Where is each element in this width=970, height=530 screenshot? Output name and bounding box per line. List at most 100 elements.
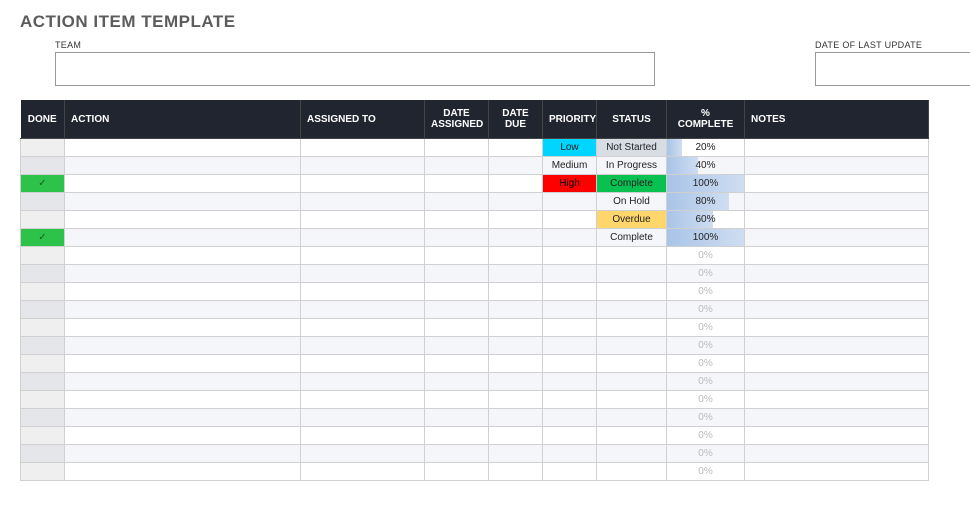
- done-cell[interactable]: [21, 355, 65, 373]
- priority-cell[interactable]: High: [543, 175, 597, 193]
- status-cell[interactable]: In Progress: [597, 157, 667, 175]
- assigned-to-cell[interactable]: [301, 211, 425, 229]
- date-due-cell[interactable]: [489, 193, 543, 211]
- done-cell[interactable]: [21, 139, 65, 157]
- pct-complete-cell[interactable]: 0%: [667, 265, 745, 283]
- assigned-to-cell[interactable]: [301, 139, 425, 157]
- priority-cell[interactable]: [543, 211, 597, 229]
- action-cell[interactable]: [65, 283, 301, 301]
- priority-cell[interactable]: [543, 247, 597, 265]
- date-assigned-cell[interactable]: [425, 247, 489, 265]
- assigned-to-cell[interactable]: [301, 409, 425, 427]
- notes-cell[interactable]: [745, 193, 929, 211]
- pct-complete-cell[interactable]: 0%: [667, 391, 745, 409]
- action-cell[interactable]: [65, 247, 301, 265]
- priority-cell[interactable]: [543, 427, 597, 445]
- pct-complete-cell[interactable]: 100%: [667, 229, 745, 247]
- assigned-to-cell[interactable]: [301, 193, 425, 211]
- done-cell[interactable]: [21, 319, 65, 337]
- date-due-cell[interactable]: [489, 247, 543, 265]
- status-cell[interactable]: [597, 301, 667, 319]
- date-of-last-update-input[interactable]: [815, 52, 970, 86]
- done-cell[interactable]: [21, 193, 65, 211]
- action-cell[interactable]: [65, 211, 301, 229]
- date-due-cell[interactable]: [489, 391, 543, 409]
- notes-cell[interactable]: [745, 247, 929, 265]
- date-due-cell[interactable]: [489, 427, 543, 445]
- action-cell[interactable]: [65, 265, 301, 283]
- status-cell[interactable]: Complete: [597, 229, 667, 247]
- date-assigned-cell[interactable]: [425, 193, 489, 211]
- notes-cell[interactable]: [745, 175, 929, 193]
- assigned-to-cell[interactable]: [301, 463, 425, 481]
- done-cell[interactable]: [21, 391, 65, 409]
- priority-cell[interactable]: [543, 391, 597, 409]
- pct-complete-cell[interactable]: 0%: [667, 409, 745, 427]
- date-due-cell[interactable]: [489, 319, 543, 337]
- assigned-to-cell[interactable]: [301, 427, 425, 445]
- status-cell[interactable]: [597, 445, 667, 463]
- assigned-to-cell[interactable]: [301, 355, 425, 373]
- date-assigned-cell[interactable]: [425, 391, 489, 409]
- date-due-cell[interactable]: [489, 409, 543, 427]
- date-due-cell[interactable]: [489, 265, 543, 283]
- date-due-cell[interactable]: [489, 463, 543, 481]
- action-cell[interactable]: [65, 463, 301, 481]
- date-assigned-cell[interactable]: [425, 445, 489, 463]
- notes-cell[interactable]: [745, 319, 929, 337]
- assigned-to-cell[interactable]: [301, 247, 425, 265]
- status-cell[interactable]: Complete: [597, 175, 667, 193]
- date-due-cell[interactable]: [489, 445, 543, 463]
- notes-cell[interactable]: [745, 445, 929, 463]
- action-cell[interactable]: [65, 229, 301, 247]
- priority-cell[interactable]: [543, 301, 597, 319]
- status-cell[interactable]: [597, 337, 667, 355]
- assigned-to-cell[interactable]: [301, 337, 425, 355]
- date-due-cell[interactable]: [489, 373, 543, 391]
- date-assigned-cell[interactable]: [425, 337, 489, 355]
- pct-complete-cell[interactable]: 0%: [667, 283, 745, 301]
- priority-cell[interactable]: [543, 445, 597, 463]
- date-due-cell[interactable]: [489, 337, 543, 355]
- action-cell[interactable]: [65, 391, 301, 409]
- priority-cell[interactable]: [543, 373, 597, 391]
- pct-complete-cell[interactable]: 0%: [667, 427, 745, 445]
- assigned-to-cell[interactable]: [301, 175, 425, 193]
- status-cell[interactable]: [597, 427, 667, 445]
- notes-cell[interactable]: [745, 211, 929, 229]
- status-cell[interactable]: Not Started: [597, 139, 667, 157]
- notes-cell[interactable]: [745, 265, 929, 283]
- notes-cell[interactable]: [745, 355, 929, 373]
- pct-complete-cell[interactable]: 100%: [667, 175, 745, 193]
- status-cell[interactable]: [597, 463, 667, 481]
- priority-cell[interactable]: Medium: [543, 157, 597, 175]
- status-cell[interactable]: [597, 373, 667, 391]
- pct-complete-cell[interactable]: 60%: [667, 211, 745, 229]
- done-cell[interactable]: [21, 463, 65, 481]
- action-cell[interactable]: [65, 193, 301, 211]
- priority-cell[interactable]: [543, 265, 597, 283]
- date-due-cell[interactable]: [489, 211, 543, 229]
- status-cell[interactable]: [597, 265, 667, 283]
- done-cell[interactable]: [21, 427, 65, 445]
- priority-cell[interactable]: [543, 319, 597, 337]
- action-cell[interactable]: [65, 373, 301, 391]
- date-assigned-cell[interactable]: [425, 319, 489, 337]
- done-cell[interactable]: [21, 211, 65, 229]
- action-cell[interactable]: [65, 175, 301, 193]
- date-assigned-cell[interactable]: [425, 175, 489, 193]
- assigned-to-cell[interactable]: [301, 265, 425, 283]
- date-assigned-cell[interactable]: [425, 211, 489, 229]
- done-cell[interactable]: [21, 157, 65, 175]
- done-cell[interactable]: [21, 265, 65, 283]
- assigned-to-cell[interactable]: [301, 445, 425, 463]
- done-cell[interactable]: [21, 337, 65, 355]
- assigned-to-cell[interactable]: [301, 391, 425, 409]
- assigned-to-cell[interactable]: [301, 319, 425, 337]
- notes-cell[interactable]: [745, 409, 929, 427]
- notes-cell[interactable]: [745, 283, 929, 301]
- priority-cell[interactable]: [543, 355, 597, 373]
- pct-complete-cell[interactable]: 0%: [667, 319, 745, 337]
- pct-complete-cell[interactable]: 20%: [667, 139, 745, 157]
- date-assigned-cell[interactable]: [425, 139, 489, 157]
